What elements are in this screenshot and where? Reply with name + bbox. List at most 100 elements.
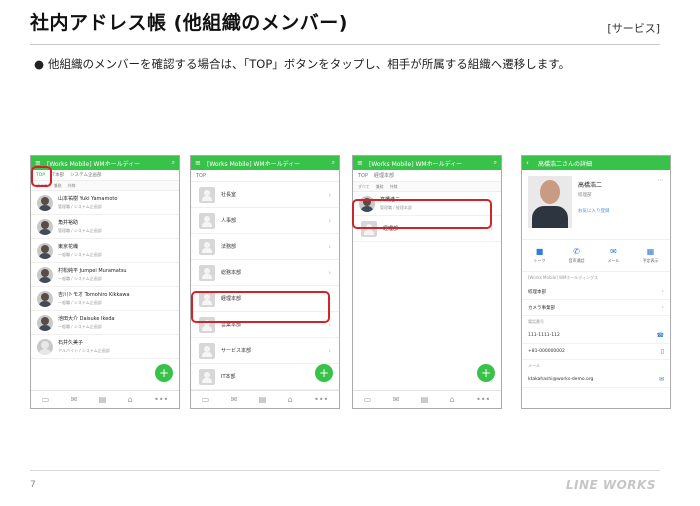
member-dept: 管理職 / システム企画部 [58, 204, 102, 209]
back-icon[interactable]: ‹ [526, 159, 534, 167]
header-title: [Works Mobile] WMホールディー [207, 160, 301, 168]
member-row[interactable]: 山本祐樹 Yuki Yamamoto 管理職 / システム企画部 [31, 191, 179, 215]
member-row[interactable]: 吉川トモオ Tomohiro Kikkawa 一般職 / システム企画部 [31, 287, 179, 311]
chat-icon: ■ [535, 247, 544, 256]
member-name: 石井久美子 [58, 340, 84, 346]
avatar [37, 194, 53, 211]
dept-row[interactable]: 法務部 › [191, 234, 339, 260]
screen-org-top: ≡ [Works Mobile] WMホールディー ⌕ TOP 社長室 › 人事部… [190, 155, 340, 409]
bullet-text: 他組織のメンバーを確認する場合は、「TOP」ボタンをタップし、相手が所属する組織… [48, 57, 571, 71]
filter-concurrent[interactable]: 兼務 [54, 183, 62, 189]
more-icon[interactable]: ⋯ [657, 176, 664, 184]
line-works-logo: LINE WORKS [565, 478, 656, 492]
filter-all[interactable]: すべて [358, 184, 370, 190]
nav-talk-icon[interactable]: ▭ [202, 395, 210, 404]
filter-external[interactable]: 外線 [68, 183, 76, 189]
phone-icon[interactable]: ☎ [657, 332, 664, 339]
nav-mail-icon[interactable]: ✉ [393, 395, 400, 404]
dept-row[interactable]: サービス本部 › [191, 338, 339, 364]
filter-external[interactable]: 外線 [390, 184, 398, 190]
nav-talk-icon[interactable]: ▭ [364, 395, 372, 404]
avatar [37, 266, 53, 283]
bottom-nav: ▭ ✉ ▤ ⌂ ••• [353, 390, 501, 408]
member-name: 吉川トモオ Tomohiro Kikkawa [58, 292, 130, 298]
org-line[interactable]: カメラ事業部 › [522, 300, 670, 316]
search-icon[interactable]: ⌕ [332, 159, 335, 167]
nav-more-icon[interactable]: ••• [314, 395, 328, 404]
nav-more-icon[interactable]: ••• [476, 395, 490, 404]
nav-home-icon[interactable]: ⌂ [450, 395, 455, 404]
phone-line[interactable]: 111-1111-112 ☎ [522, 328, 670, 344]
nav-home-icon[interactable]: ⌂ [288, 395, 293, 404]
chevron-right-icon: › [328, 190, 331, 199]
avatar [37, 218, 53, 235]
dept-row[interactable]: 総務本部 › [191, 260, 339, 286]
talk-action[interactable]: ■ トーク [534, 247, 546, 264]
crumb-dept[interactable]: 経理本部 [374, 172, 394, 179]
mobile-icon[interactable]: ▯ [661, 348, 664, 355]
nav-board-icon[interactable]: ▤ [259, 395, 267, 404]
member-name: 東京花織 [58, 244, 79, 250]
app-header: ‹ 高橋浩二さんの詳細 [522, 156, 670, 170]
mail-icon[interactable]: ✉ [659, 376, 664, 383]
bottom-nav: ▭ ✉ ▤ ⌂ ••• [191, 390, 339, 408]
member-name: 池田大介 Daisuke Ikeda [58, 316, 115, 322]
chevron-right-icon: › [328, 242, 331, 251]
avatar [37, 338, 53, 355]
search-icon[interactable]: ⌕ [494, 159, 497, 167]
nav-more-icon[interactable]: ••• [154, 395, 168, 404]
call-action[interactable]: ✆ 音声通話 [569, 247, 585, 264]
menu-icon[interactable]: ≡ [195, 159, 203, 167]
group-icon [199, 212, 215, 229]
mail-action[interactable]: ✉ メール [608, 247, 620, 264]
calendar-action[interactable]: ▦ 予定表示 [643, 247, 659, 264]
nav-board-icon[interactable]: ▤ [421, 395, 429, 404]
add-button[interactable]: + [477, 364, 495, 382]
crumb-top[interactable]: TOP [196, 173, 206, 179]
chevron-right-icon: › [661, 288, 664, 295]
add-button[interactable]: + [155, 364, 173, 382]
breadcrumb: TOP 経理本部 [353, 170, 501, 182]
member-name: 村松純平 Jumpei Muramatsu [58, 268, 127, 274]
favorite-button[interactable]: お気に入り登録 [578, 208, 610, 214]
add-button[interactable]: + [315, 364, 333, 382]
dept-row[interactable]: 社長室 › [191, 182, 339, 208]
search-icon[interactable]: ⌕ [172, 159, 175, 167]
phone-icon: ✆ [573, 247, 580, 256]
dept-row[interactable]: 人事部 › [191, 208, 339, 234]
footer-divider [30, 470, 660, 471]
chevron-right-icon: › [328, 216, 331, 225]
avatar [37, 242, 53, 259]
app-header: ≡ [Works Mobile] WMホールディー ⌕ [31, 156, 179, 170]
member-dept: 一般職 / システム企画部 [58, 252, 102, 257]
nav-talk-icon[interactable]: ▭ [42, 395, 50, 404]
header-title: [Works Mobile] WMホールディー [47, 160, 141, 168]
bottom-nav: ▭ ✉ ▤ ⌂ ••• [31, 390, 179, 408]
tab-system-planning[interactable]: システム企画部 [70, 172, 101, 178]
member-row[interactable]: 角井裕助 管理職 / システム企画部 [31, 215, 179, 239]
member-row[interactable]: 東京花織一般職 / システム企画部 [31, 239, 179, 263]
dept-name: IT本部 [221, 374, 236, 380]
nav-mail-icon[interactable]: ✉ [71, 395, 78, 404]
member-row[interactable]: 村松純平 Jumpei Muramatsu 一般職 / システム企画部 [31, 263, 179, 287]
bullet-point: ● 他組織のメンバーを確認する場合は、「TOP」ボタンをタップし、相手が所属する… [34, 57, 624, 71]
group-icon [199, 238, 215, 255]
crumb-top[interactable]: TOP [358, 173, 368, 179]
dept-name: 総務本部 [221, 270, 242, 276]
nav-mail-icon[interactable]: ✉ [231, 395, 238, 404]
member-row[interactable]: 石井久美子 アルバイト / システム企画部 [31, 335, 179, 359]
dept-name: サービス本部 [221, 348, 252, 354]
email-line[interactable]: ktakahashi@works-demo.org ✉ [522, 372, 670, 388]
nav-board-icon[interactable]: ▤ [99, 395, 107, 404]
group-icon [199, 342, 215, 359]
highlight-dept-row [191, 291, 330, 323]
nav-home-icon[interactable]: ⌂ [128, 395, 133, 404]
filter-concurrent[interactable]: 兼務 [376, 184, 384, 190]
member-row[interactable]: 池田大介 Daisuke Ikeda 一般職 / システム企画部 [31, 311, 179, 335]
org-line[interactable]: 経理本部 › [522, 284, 670, 300]
tab-it-division[interactable]: IT本部 [51, 172, 64, 178]
member-name: 山本祐樹 Yuki Yamamoto [58, 196, 118, 202]
profile-name: 高橋浩二 [578, 182, 603, 189]
menu-icon[interactable]: ≡ [357, 159, 365, 167]
phone-line[interactable]: +81-000000002 ▯ [522, 344, 670, 360]
